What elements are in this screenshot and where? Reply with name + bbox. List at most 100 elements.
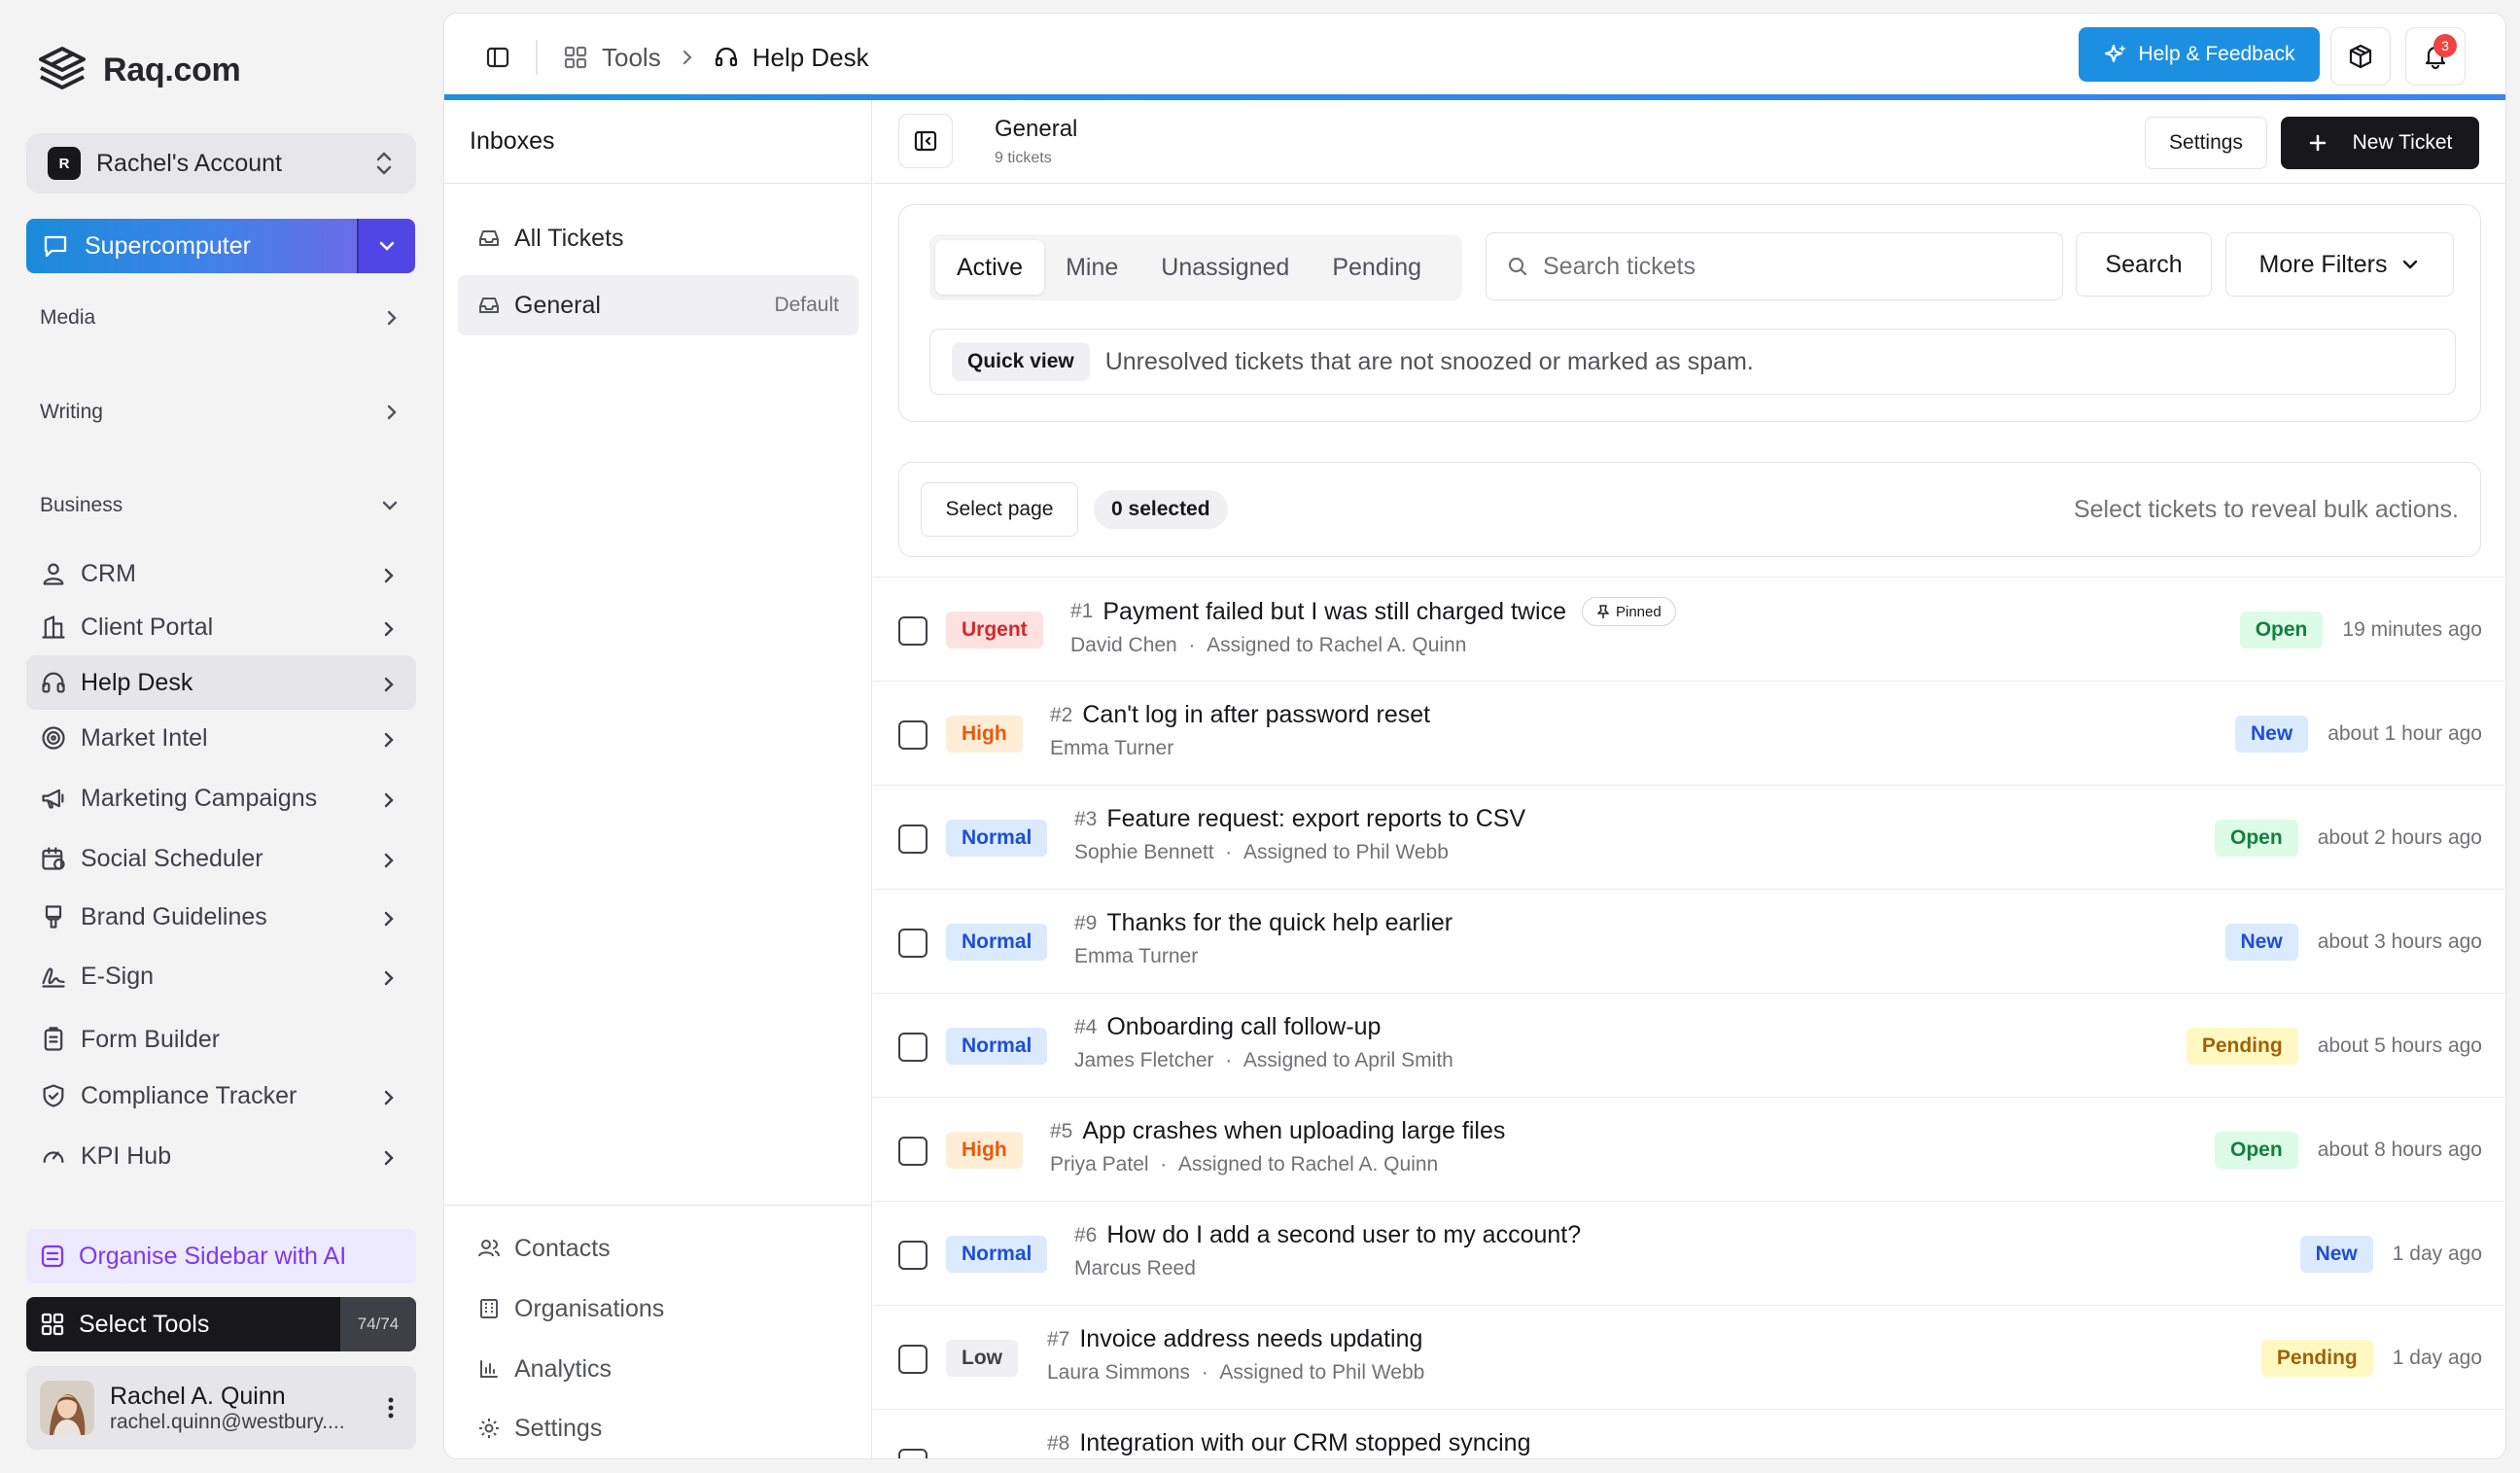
ticket-row[interactable]: Normal #6 How do I add a second user to my… bbox=[873, 1201, 2505, 1306]
sidebar-item-help-desk[interactable]: Help Desk bbox=[26, 655, 416, 710]
help-feedback-label: Help & Feedback bbox=[2138, 43, 2295, 65]
sidebar-item-market-intel[interactable]: Market Intel bbox=[26, 711, 416, 765]
settings-button[interactable]: Settings bbox=[2145, 117, 2267, 169]
supercomputer-button[interactable]: Supercomputer bbox=[26, 219, 415, 273]
ticket-row[interactable]: Normal #9 Thanks for the quick help earlie… bbox=[873, 889, 2505, 994]
organise-sidebar-button[interactable]: Organise Sidebar with AI bbox=[26, 1229, 416, 1283]
ticket-checkbox[interactable] bbox=[898, 824, 928, 854]
ticket-row[interactable]: Normal #3 Feature request: export reports … bbox=[873, 785, 2505, 890]
ticket-title-line[interactable]: #4 Onboarding call follow-up bbox=[1074, 1013, 1453, 1041]
tab-pending[interactable]: Pending bbox=[1311, 240, 1443, 295]
supercomputer-dropdown[interactable] bbox=[357, 219, 415, 273]
sidebar-item-label: E-Sign bbox=[81, 962, 155, 990]
ticket-title-line[interactable]: #1 Payment failed but I was still charged… bbox=[1070, 597, 1676, 626]
ticket-checkbox[interactable] bbox=[898, 1033, 928, 1062]
ticket-title[interactable]: Payment failed but I was still charged t… bbox=[1102, 598, 1566, 626]
shield-check-icon bbox=[40, 1082, 67, 1109]
ticket-title[interactable]: Invoice address needs updating bbox=[1079, 1325, 1422, 1353]
notifications-button[interactable]: 3 bbox=[2405, 27, 2466, 86]
tab-active[interactable]: Active bbox=[935, 240, 1045, 295]
ticket-content: General 9 tickets Settings New Ticket Ac… bbox=[873, 100, 2505, 1458]
collapse-inboxes-button[interactable] bbox=[898, 114, 953, 168]
footer-settings[interactable]: Settings bbox=[477, 1409, 602, 1448]
help-feedback-button[interactable]: Help & Feedback bbox=[2079, 27, 2320, 82]
priority-badge: Normal bbox=[946, 1028, 1048, 1065]
user-card[interactable]: Rachel A. Quinn rachel.quinn@westbury...… bbox=[26, 1366, 416, 1450]
ticket-count: 9 tickets bbox=[995, 150, 1052, 166]
ticket-title-line[interactable]: #2 Can't log in after password reset bbox=[1050, 701, 1430, 729]
cube-button[interactable] bbox=[2330, 27, 2391, 86]
inbox-general[interactable]: General Default bbox=[458, 275, 858, 335]
ticket-row[interactable]: #8 Integration with our CRM stopped synci… bbox=[873, 1409, 2505, 1458]
more-filters-button[interactable]: More Filters bbox=[2225, 232, 2454, 297]
inbox-icon bbox=[477, 294, 501, 317]
search-input[interactable]: Search tickets bbox=[1486, 232, 2063, 300]
sidebar-item-marketing-campaigns[interactable]: Marketing Campaigns bbox=[26, 771, 416, 825]
tab-mine[interactable]: Mine bbox=[1044, 240, 1139, 295]
sidebar-item-brand-guidelines[interactable]: Brand Guidelines bbox=[26, 890, 416, 944]
breadcrumb-tools[interactable]: Tools bbox=[602, 43, 661, 73]
more-vertical-icon[interactable] bbox=[387, 1395, 395, 1420]
ticket-time: about 5 hours ago bbox=[2317, 1035, 2482, 1057]
ticket-title[interactable]: How do I add a second user to my account… bbox=[1106, 1221, 1581, 1249]
sidebar-item-kpi-hub[interactable]: KPI Hub bbox=[26, 1129, 416, 1183]
new-ticket-button[interactable]: New Ticket bbox=[2281, 117, 2479, 169]
sidebar-item-client-portal[interactable]: Client Portal bbox=[26, 600, 416, 654]
ticket-checkbox[interactable] bbox=[898, 720, 928, 750]
ticket-row[interactable]: Urgent #1 Payment failed but I was still c… bbox=[873, 577, 2505, 682]
ticket-checkbox[interactable] bbox=[898, 1449, 928, 1458]
footer-analytics[interactable]: Analytics bbox=[477, 1350, 612, 1388]
select-page-button[interactable]: Select page bbox=[921, 482, 1078, 537]
inbox-all-tickets[interactable]: All Tickets bbox=[458, 208, 858, 268]
ticket-title-line[interactable]: #3 Feature request: export reports to CSV bbox=[1074, 805, 1525, 833]
sidebar-toggle-icon[interactable] bbox=[485, 45, 510, 70]
ticket-checkbox[interactable] bbox=[898, 616, 928, 646]
brand-name: Raq.com bbox=[103, 51, 241, 88]
supercomputer-main[interactable]: Supercomputer bbox=[26, 219, 357, 273]
ticket-row[interactable]: High #5 App crashes when uploading large f… bbox=[873, 1097, 2505, 1202]
ticket-title-line[interactable]: #7 Invoice address needs updating bbox=[1047, 1325, 1424, 1353]
sidebar-item-e-sign[interactable]: E-Sign bbox=[26, 949, 416, 1003]
footer-organisations-label: Organisations bbox=[514, 1294, 665, 1322]
ticket-title[interactable]: Onboarding call follow-up bbox=[1106, 1013, 1381, 1041]
ticket-title[interactable]: Can't log in after password reset bbox=[1082, 701, 1430, 729]
ticket-checkbox[interactable] bbox=[898, 929, 928, 958]
clipboard-icon bbox=[40, 1026, 67, 1053]
section-media[interactable]: Media bbox=[40, 298, 400, 337]
account-switcher[interactable]: R Rachel's Account bbox=[26, 133, 416, 193]
select-tools-button[interactable]: Select Tools 74/74 bbox=[26, 1297, 416, 1351]
ticket-checkbox[interactable] bbox=[898, 1241, 928, 1270]
sidebar-item-form-builder[interactable]: Form Builder bbox=[26, 1012, 416, 1067]
ticket-title-line[interactable]: #6 How do I add a second user to my accou… bbox=[1074, 1221, 1581, 1249]
ticket-title[interactable]: Thanks for the quick help earlier bbox=[1106, 909, 1452, 937]
section-business[interactable]: Business bbox=[40, 486, 400, 525]
ticket-subline: Laura Simmons · Assigned to Phil Webb bbox=[1047, 1361, 1424, 1385]
ticket-customer: Laura Simmons bbox=[1047, 1361, 1191, 1384]
footer-contacts[interactable]: Contacts bbox=[477, 1229, 611, 1268]
ticket-title-line[interactable]: #8 Integration with our CRM stopped synci… bbox=[1047, 1429, 1530, 1457]
ticket-checkbox[interactable] bbox=[898, 1345, 928, 1374]
search-button[interactable]: Search bbox=[2076, 232, 2212, 297]
ticket-title-line[interactable]: #5 App crashes when uploading large files bbox=[1050, 1117, 1505, 1145]
ticket-title[interactable]: Feature request: export reports to CSV bbox=[1106, 805, 1525, 833]
footer-organisations[interactable]: Organisations bbox=[477, 1289, 664, 1328]
section-writing[interactable]: Writing bbox=[40, 393, 400, 432]
tab-unassigned[interactable]: Unassigned bbox=[1139, 240, 1311, 295]
ticket-title[interactable]: App crashes when uploading large files bbox=[1082, 1117, 1505, 1145]
section-writing-label: Writing bbox=[40, 401, 103, 423]
ticket-number: #2 bbox=[1050, 703, 1073, 726]
brand[interactable]: Raq.com bbox=[35, 41, 241, 99]
ticket-checkbox[interactable] bbox=[898, 1137, 928, 1166]
ticket-row[interactable]: High #2 Can't log in after password reset E… bbox=[873, 681, 2505, 786]
chevron-right-icon bbox=[381, 1146, 397, 1166]
ticket-customer: Sophie Bennett bbox=[1074, 841, 1214, 863]
ticket-time: about 8 hours ago bbox=[2317, 1139, 2482, 1161]
sidebar-item-compliance-tracker[interactable]: Compliance Tracker bbox=[26, 1069, 416, 1123]
sidebar-item-social-scheduler[interactable]: Social Scheduler bbox=[26, 831, 416, 886]
ticket-row[interactable]: Low #7 Invoice address needs updating Laura… bbox=[873, 1305, 2505, 1410]
ticket-title-line[interactable]: #9 Thanks for the quick help earlier bbox=[1074, 909, 1452, 937]
ticket-row[interactable]: Normal #4 Onboarding call follow-up James F… bbox=[873, 993, 2505, 1098]
ticket-title[interactable]: Integration with our CRM stopped syncing bbox=[1079, 1429, 1530, 1457]
sidebar-item-crm[interactable]: CRM bbox=[26, 546, 416, 601]
chevron-down-icon bbox=[2400, 257, 2420, 272]
